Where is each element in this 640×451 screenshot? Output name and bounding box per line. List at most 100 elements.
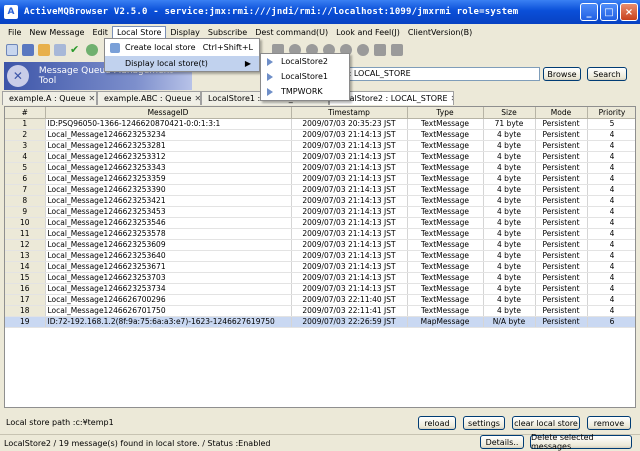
cell-mode: Persistent [535,272,588,284]
store-path-label: Local store path :c:¥temp1 [6,418,114,427]
close-button[interactable]: × [620,3,638,21]
menu-client-version[interactable]: ClientVersion(B) [404,27,476,38]
table-row[interactable]: 14 Local_Message1246623253671 2009/07/03 2… [5,261,635,273]
logo-icon: ✕ [7,65,29,87]
column-header-messageid[interactable]: MessageID [45,107,292,119]
cell-priority: 4 [587,283,635,295]
open-folder-icon[interactable] [38,44,50,56]
maximize-button[interactable]: □ [600,3,618,21]
save-icon[interactable] [22,44,34,56]
refresh-icon[interactable] [86,44,98,56]
cell-mode: Persistent [535,217,588,229]
local-store-menu: Create local store Ctrl+Shift+L Display … [104,38,260,72]
column-header-type[interactable]: Type [407,107,484,119]
cell-mode: Persistent [535,173,588,185]
arrow-icon [267,57,273,66]
close-icon[interactable]: ✕ [451,94,453,103]
cell-priority: 4 [587,206,635,218]
table-row[interactable]: 10 Local_Message1246623253546 2009/07/03 2… [5,217,635,229]
cell-index: 7 [5,184,46,196]
cell-size: 4 byte [483,228,536,240]
cell-timestamp: 2009/07/03 21:14:13 JST [291,206,408,218]
column-header-mode[interactable]: Mode [535,107,588,119]
column-header-index[interactable]: # [5,107,46,119]
table-row[interactable]: 3 Local_Message1246623253281 2009/07/03 21… [5,140,635,152]
menu-dest-command[interactable]: Dest command(U) [251,27,332,38]
table-row[interactable]: 13 Local_Message1246623253640 2009/07/03 2… [5,250,635,262]
submenu-item-tmpwork[interactable]: TMPWORK [261,84,349,99]
filter-icon[interactable] [374,44,386,56]
menu-subscribe[interactable]: Subscribe [204,27,251,38]
check-icon[interactable]: ✔ [70,44,82,56]
delete-selected-button[interactable]: Delete selected messages [530,433,632,451]
cell-size: 4 byte [483,195,536,207]
column-header-priority[interactable]: Priority [587,107,635,119]
column-header-size[interactable]: Size [483,107,536,119]
details-button[interactable]: Details.. [480,435,524,449]
cell-index: 16 [5,283,46,295]
cell-type: TextMessage [407,173,484,185]
copy-icon[interactable] [54,44,66,56]
table-row[interactable]: 17 Local_Message1246626700296 2009/07/03 2… [5,294,635,306]
cell-mode: Persistent [535,316,588,328]
cell-index: 8 [5,195,46,207]
table-row[interactable]: 9 Local_Message1246623253453 2009/07/03 21… [5,206,635,218]
menu-file[interactable]: File [4,27,25,38]
table-row[interactable]: 18 Local_Message1246626701750 2009/07/03 2… [5,305,635,317]
table-row[interactable]: 6 Local_Message1246623253359 2009/07/03 21… [5,173,635,185]
table-row[interactable]: 8 Local_Message1246623253421 2009/07/03 21… [5,195,635,207]
cell-index: 17 [5,294,46,306]
tab-example-abc[interactable]: example.ABC : Queue ✕ [97,91,201,105]
menu-edit[interactable]: Edit [88,27,112,38]
cell-mode: Persistent [535,261,588,273]
gear-icon[interactable] [357,44,369,56]
cell-size: 4 byte [483,206,536,218]
column-header-timestamp[interactable]: Timestamp [291,107,408,119]
submenu-item-localstore2[interactable]: LocalStore2 [261,54,349,69]
table-row[interactable]: 15 Local_Message1246623253703 2009/07/03 2… [5,272,635,284]
settings-button[interactable]: settings [463,416,505,430]
destination-field[interactable]: 2 : LOCAL_STORE [336,67,540,81]
clear-local-store-button[interactable]: clear local store [512,416,580,430]
new-file-icon[interactable] [6,44,18,56]
table-row[interactable]: 4 Local_Message1246623253312 2009/07/03 21… [5,151,635,163]
search-button[interactable]: Search [587,67,627,81]
table-row[interactable]: 1 ID:PSQ96050-1366-1246620870421-0:0:1:3:… [5,118,635,130]
submenu-item-label: TMPWORK [281,87,323,96]
browse-button[interactable]: Browse [543,67,581,81]
submenu-item-localstore1[interactable]: LocalStore1 [261,69,349,84]
settings-icon[interactable] [391,44,403,56]
menu-look-and-feel[interactable]: Look and Feel(J) [332,27,404,38]
cell-index: 11 [5,228,46,240]
close-icon[interactable]: ✕ [89,94,96,103]
menu-new-message[interactable]: New Message [25,27,88,38]
reload-button[interactable]: reload [418,416,456,430]
local-store-submenu: LocalStore2 LocalStore1 TMPWORK [260,53,350,101]
table-row[interactable]: 19 ID:72-192.168.1.2(8f:9a:75:6a:a3:e7)-1… [5,316,635,328]
table-row[interactable]: 16 Local_Message1246623253734 2009/07/03 2… [5,283,635,295]
minimize-button[interactable]: _ [580,3,598,21]
menu-item-create-local-store[interactable]: Create local store Ctrl+Shift+L [105,40,259,55]
menu-item-display-local-store[interactable]: Display local store(t) ▶ [105,56,259,71]
window-controls: _ □ × [580,3,638,21]
tab-example-a[interactable]: example.A : Queue ✕ [2,91,97,105]
cell-type: TextMessage [407,151,484,163]
menu-local-store[interactable]: Local Store [111,25,167,39]
cell-index: 4 [5,151,46,163]
table-row[interactable]: 12 Local_Message1246623253609 2009/07/03 2… [5,239,635,251]
cell-size: 71 byte [483,118,536,130]
table-row[interactable]: 5 Local_Message1246623253343 2009/07/03 21… [5,162,635,174]
table-row[interactable]: 2 Local_Message1246623253234 2009/07/03 21… [5,129,635,141]
cell-size: N/A byte [483,316,536,328]
cell-priority: 5 [587,118,635,130]
remove-button[interactable]: remove [587,416,631,430]
cell-timestamp: 2009/07/03 22:11:41 JST [291,305,408,317]
table-row[interactable]: 11 Local_Message1246623253578 2009/07/03 2… [5,228,635,240]
table-row[interactable]: 7 Local_Message1246623253390 2009/07/03 21… [5,184,635,196]
cell-type: TextMessage [407,228,484,240]
cell-type: TextMessage [407,272,484,284]
menu-item-label: Create local store [125,43,196,52]
menu-display[interactable]: Display [166,27,204,38]
cell-size: 4 byte [483,239,536,251]
cell-timestamp: 2009/07/03 21:14:13 JST [291,173,408,185]
